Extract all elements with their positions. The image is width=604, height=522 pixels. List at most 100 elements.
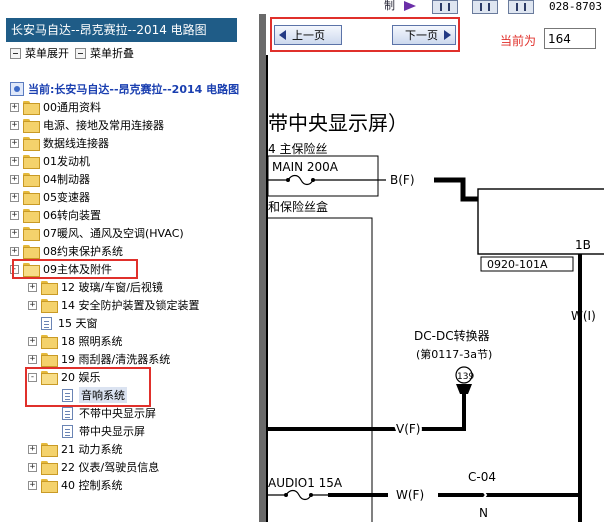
tree-node-engine[interactable]: +01发动机 bbox=[10, 152, 90, 170]
expand-toggle-icon[interactable]: + bbox=[10, 102, 19, 112]
fuse-header: 4 主保险丝 bbox=[268, 141, 327, 156]
tree-root[interactable]: 当前:长安马自达--昂克赛拉--2014 电路图 bbox=[10, 80, 239, 98]
next-page-button[interactable]: 下一页 bbox=[392, 25, 456, 45]
tree-node-label: 09主体及附件 bbox=[43, 263, 112, 276]
tree-node-hvac[interactable]: +07暖风、通风及空调(HVAC) bbox=[10, 224, 184, 242]
document-icon bbox=[62, 406, 73, 420]
expand-toggle-icon[interactable]: + bbox=[28, 462, 37, 472]
tree-node-data-connectors[interactable]: + 数据线连接器 bbox=[10, 134, 109, 152]
left-tree-panel: 长安马自达--昂克赛拉--2014 电路图 菜单展开 菜单折叠 当前:长安马自达… bbox=[0, 14, 259, 522]
expand-toggle-icon[interactable]: + bbox=[28, 300, 37, 310]
page-icon bbox=[440, 3, 450, 11]
expand-toggle-icon[interactable]: + bbox=[10, 192, 19, 202]
prev-page-button[interactable]: 上一页 bbox=[274, 25, 342, 45]
connector-1b-label: 1B bbox=[575, 238, 591, 252]
bf-wire-label: B(F) bbox=[390, 173, 415, 187]
thick-wire bbox=[434, 177, 478, 202]
arrow-left-icon bbox=[279, 30, 286, 40]
expand-menu-label: 菜单展开 bbox=[25, 47, 69, 60]
vf-wire bbox=[268, 394, 466, 431]
c04-label: C-04 bbox=[468, 470, 496, 484]
fuse-terminal bbox=[309, 493, 313, 497]
folder-open-icon bbox=[41, 371, 58, 385]
tree-node-label: 40 控制系统 bbox=[61, 479, 123, 492]
folder-icon bbox=[23, 191, 40, 205]
current-page-input[interactable] bbox=[544, 28, 596, 49]
collapse-toggle-icon[interactable]: - bbox=[28, 372, 37, 382]
tree-node-brakes[interactable]: +04制动器 bbox=[10, 170, 90, 188]
folder-icon bbox=[41, 299, 58, 313]
expand-toggle-icon[interactable]: + bbox=[10, 210, 19, 220]
toolbar-button-2[interactable] bbox=[472, 0, 498, 14]
tree-node-with-center-display[interactable]: 带中央显示屏 bbox=[62, 422, 145, 440]
terminal-139: 139 bbox=[457, 372, 474, 382]
folder-icon bbox=[41, 443, 58, 457]
tree-node-label: 19 雨刮器/清洗器系统 bbox=[61, 353, 171, 366]
tree-node-label: 01发动机 bbox=[43, 155, 90, 168]
tree-node-label: 不带中央显示屏 bbox=[79, 407, 156, 420]
tree-node-entertainment[interactable]: - 20 娱乐 bbox=[28, 368, 101, 386]
expand-toggle-icon[interactable]: + bbox=[10, 246, 19, 256]
expand-menu-button[interactable]: 菜单展开 bbox=[10, 45, 69, 61]
tree-node-label: 数据线连接器 bbox=[43, 137, 109, 150]
tree-node-security[interactable]: +14 安全防护装置及锁定装置 bbox=[28, 296, 200, 314]
tree-node-lighting[interactable]: +18 照明系统 bbox=[28, 332, 123, 350]
tree-node-sunroof[interactable]: 15 天窗 bbox=[41, 314, 98, 332]
tree-node-general[interactable]: +00通用资料 bbox=[10, 98, 101, 116]
top-toolbar-strip: 制 028-8703 bbox=[0, 0, 604, 14]
tree-node-body[interactable]: - 09主体及附件 bbox=[10, 260, 112, 278]
diagram-viewer: 上一页 下一页 当前为 带中央显示屏） 4 主保险丝 MAIN 200A B(F… bbox=[266, 14, 604, 522]
folder-icon bbox=[41, 353, 58, 367]
toolbar-button-1[interactable] bbox=[432, 0, 458, 14]
folder-icon bbox=[41, 281, 58, 295]
page-navigation: 上一页 下一页 当前为 bbox=[266, 14, 604, 55]
expand-toggle-icon[interactable]: + bbox=[28, 480, 37, 490]
page-icon bbox=[480, 3, 490, 11]
tree-node-wipers[interactable]: +19 雨刮器/清洗器系统 bbox=[28, 350, 170, 368]
expand-toggle-icon[interactable]: + bbox=[28, 336, 37, 346]
expand-toggle-icon[interactable]: + bbox=[28, 444, 37, 454]
document-icon bbox=[62, 424, 73, 438]
tree-node-control-systems[interactable]: +40 控制系统 bbox=[28, 476, 123, 494]
expand-toggle-icon[interactable]: + bbox=[10, 228, 19, 238]
tree-node-label: 带中央显示屏 bbox=[79, 425, 145, 438]
document-icon bbox=[62, 388, 73, 402]
tree-node-audio-system[interactable]: 音响系统 bbox=[62, 386, 127, 404]
expand-toggle-icon[interactable]: + bbox=[10, 120, 19, 130]
expand-toggle-icon[interactable]: + bbox=[10, 138, 19, 148]
tree-node-restraints[interactable]: +08约束保护系统 bbox=[10, 242, 123, 260]
tree-node-no-center-display[interactable]: 不带中央显示屏 bbox=[62, 404, 156, 422]
fuse-symbol bbox=[268, 174, 332, 186]
tree-node-steering[interactable]: +06转向装置 bbox=[10, 206, 101, 224]
tree-node-label: 08约束保护系统 bbox=[43, 245, 123, 258]
tree-node-power[interactable]: + 电源、接地及常用连接器 bbox=[10, 116, 164, 134]
arrow-icon[interactable] bbox=[404, 1, 416, 11]
panel-splitter[interactable] bbox=[259, 14, 266, 522]
expand-toggle-icon[interactable]: + bbox=[10, 174, 19, 184]
tree-node-label: 07暖风、通风及空调(HVAC) bbox=[43, 227, 184, 240]
folder-icon bbox=[23, 155, 40, 169]
fuse-terminal bbox=[286, 178, 290, 182]
diagram-title: 带中央显示屏） bbox=[268, 111, 408, 135]
folder-icon bbox=[23, 227, 40, 241]
toolbar-button-3[interactable] bbox=[508, 0, 534, 14]
folder-icon bbox=[23, 137, 40, 151]
tree-root-label: 当前:长安马自达--昂克赛拉--2014 电路图 bbox=[28, 83, 240, 96]
expand-toggle-icon[interactable]: + bbox=[28, 354, 37, 364]
folder-icon bbox=[41, 461, 58, 475]
tree-node-transmission[interactable]: +05变速器 bbox=[10, 188, 90, 206]
expand-toggle-icon[interactable]: + bbox=[10, 156, 19, 166]
menu-icon bbox=[10, 47, 21, 59]
tree-node-instruments[interactable]: +22 仪表/驾驶员信息 bbox=[28, 458, 159, 476]
tree-node-glass[interactable]: +12 玻璃/车窗/后视镜 bbox=[28, 278, 163, 296]
collapse-toggle-icon[interactable]: - bbox=[10, 264, 19, 274]
collapse-menu-label: 菜单折叠 bbox=[90, 47, 134, 60]
tree-node-powertrain[interactable]: +21 动力系统 bbox=[28, 440, 123, 458]
expand-toggle-icon[interactable]: + bbox=[28, 282, 37, 292]
tree-node-label: 05变速器 bbox=[43, 191, 90, 204]
tree-node-label: 18 照明系统 bbox=[61, 335, 123, 348]
panel-title: 长安马自达--昂克赛拉--2014 电路图 bbox=[6, 18, 237, 42]
collapse-menu-button[interactable]: 菜单折叠 bbox=[75, 45, 134, 61]
wiring-diagram-canvas: 带中央显示屏） 4 主保险丝 MAIN 200A B(F) 和保险丝盒 1B 0… bbox=[267, 111, 604, 522]
folder-open-icon bbox=[23, 263, 40, 277]
